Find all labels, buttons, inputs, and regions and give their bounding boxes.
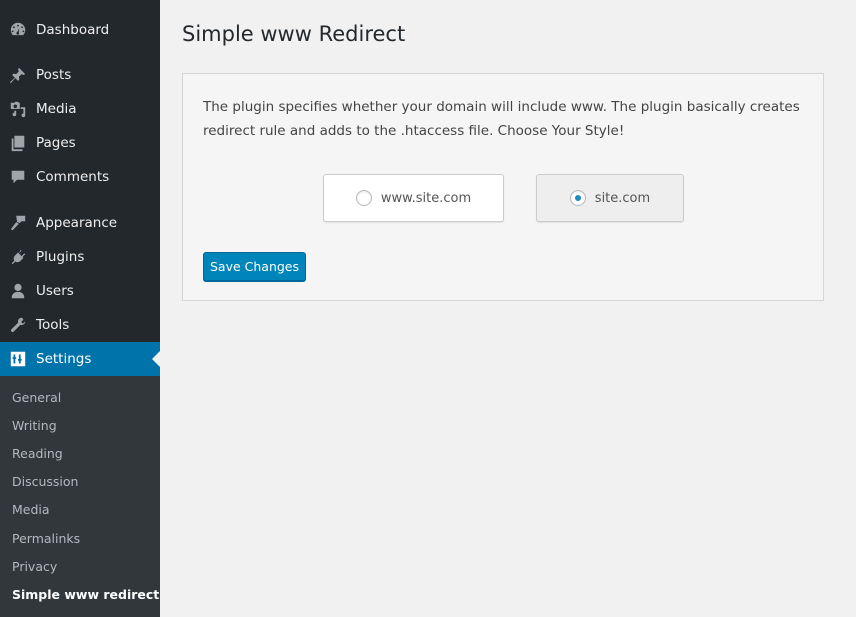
settings-panel: The plugin specifies whether your domain…: [182, 73, 824, 301]
submenu-media[interactable]: Media: [12, 502, 50, 518]
current-menu-arrow: [152, 351, 160, 367]
submenu-simple-www-redirect[interactable]: Simple www redirect: [12, 587, 159, 603]
plug-icon: [8, 247, 28, 267]
menu-label: Settings: [36, 351, 92, 367]
menu-item-plugins[interactable]: Plugins: [0, 240, 160, 274]
plugin-description: The plugin specifies whether your domain…: [203, 99, 800, 139]
menu-item-appearance[interactable]: Appearance: [0, 206, 160, 240]
media-icon: [8, 99, 28, 119]
menu-label: Comments: [36, 169, 110, 185]
menu-item-posts[interactable]: Posts: [0, 58, 160, 92]
menu-item-users[interactable]: Users: [0, 274, 160, 308]
submenu-privacy[interactable]: Privacy: [12, 559, 57, 575]
page-title: Simple www Redirect: [182, 22, 406, 46]
dashboard-icon: [8, 20, 28, 40]
user-icon: [8, 281, 28, 301]
radio-no-www[interactable]: [569, 190, 586, 206]
menu-label: Tools: [36, 317, 70, 333]
menu-label: Dashboard: [36, 22, 110, 38]
settings-sliders-icon: [8, 349, 28, 369]
wrench-icon: [8, 315, 28, 335]
option-no-www-label: site.com: [594, 190, 651, 206]
settings-submenu: General Writing Reading Discussion Media…: [0, 376, 160, 617]
menu-label: Appearance: [36, 215, 118, 231]
pin-icon: [8, 65, 28, 85]
save-changes-button[interactable]: Save Changes: [203, 252, 306, 281]
submenu-reading[interactable]: Reading: [12, 446, 63, 462]
menu-item-dashboard[interactable]: Dashboard: [0, 13, 160, 47]
menu-item-media[interactable]: Media: [0, 92, 160, 126]
radio-www[interactable]: [355, 190, 372, 206]
menu-label: Media: [36, 101, 77, 117]
menu-label: Plugins: [36, 249, 85, 265]
menu-label: Pages: [36, 135, 76, 151]
menu-item-comments[interactable]: Comments: [0, 160, 160, 194]
menu-item-settings[interactable]: Settings: [0, 342, 160, 376]
comment-icon: [8, 167, 28, 187]
submenu-discussion[interactable]: Discussion: [12, 474, 78, 490]
menu-label: Users: [36, 283, 74, 299]
option-www[interactable]: www.site.com: [323, 174, 504, 222]
menu-label: Posts: [36, 67, 72, 83]
option-no-www[interactable]: site.com: [536, 174, 684, 222]
pages-icon: [8, 133, 28, 153]
submenu-general[interactable]: General: [12, 390, 61, 406]
admin-sidebar: Dashboard Posts Media Pages Comments App…: [0, 0, 160, 617]
submenu-permalinks[interactable]: Permalinks: [12, 531, 80, 547]
paintbrush-icon: [8, 213, 28, 233]
option-www-label: www.site.com: [380, 190, 472, 206]
submenu-writing[interactable]: Writing: [12, 418, 57, 434]
menu-item-tools[interactable]: Tools: [0, 308, 160, 342]
menu-item-pages[interactable]: Pages: [0, 126, 160, 160]
